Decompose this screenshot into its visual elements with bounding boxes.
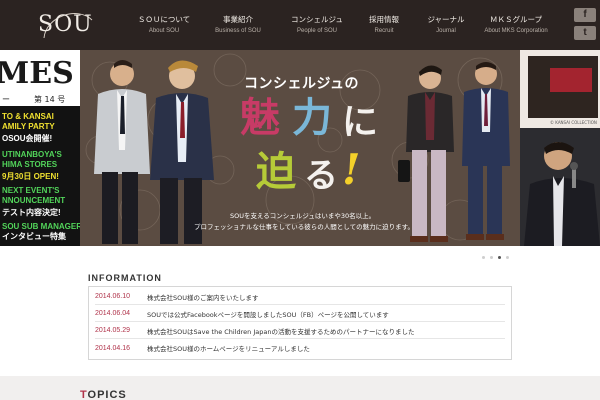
hero-catch-exclaim: ! <box>342 145 361 194</box>
hero-catch-char: 魅 <box>240 94 280 141</box>
hero-description-1: SOUを支えるコンシェルジュはいまや30名以上。 <box>230 212 376 220</box>
nav-label-en: Business of SOU <box>215 27 261 34</box>
slide-current[interactable]: コンシェルジュの 魅 力 に 迫 る ! SOUを支えるコンシェルジュはいまや3… <box>80 50 520 246</box>
nav-label-jp: ＭＫＳグループ <box>489 14 543 24</box>
hero-catch-small: コンシェルジュの <box>244 76 360 92</box>
information-list: 2014.06.10 株式会社SOU様のご案内をいたします 2014.06.04… <box>88 286 512 360</box>
news-item[interactable]: 2014.05.29 株式会社SOUはSave the Children Jap… <box>95 323 505 339</box>
social-links: f t <box>574 8 598 44</box>
nav-item-business[interactable]: 事業紹介 Business of SOU <box>204 0 272 50</box>
nav-label-jp: コンシェルジュ <box>291 14 343 24</box>
event-banner <box>550 68 592 92</box>
photo-caption: © KANSAI COLLECTION <box>550 120 597 125</box>
logo[interactable]: SOU <box>36 8 96 42</box>
nav-item-people[interactable]: コンシェルジュ People of SOU <box>286 0 348 50</box>
news-item[interactable]: 2014.06.04 SOUでは公式Facebookページを開設しましたSOU（… <box>95 306 505 322</box>
slider-dot[interactable] <box>490 256 493 259</box>
nav-label-en: About MKS Corporation <box>484 27 548 34</box>
nav-label-en: Journal <box>436 27 456 34</box>
nav-label-jp: 採用情報 <box>369 14 399 24</box>
event-photo <box>528 56 598 118</box>
nav-label-en: Recruit <box>374 27 394 34</box>
headline: AMILY PARTY <box>2 122 55 131</box>
headline: TO & KANSAI <box>2 112 54 121</box>
news-date: 2014.05.29 <box>95 327 131 334</box>
magazine-title: MES <box>0 56 74 91</box>
information-heading: INFORMATION <box>88 273 162 283</box>
slide-prev[interactable]: MES ー 第 14 号 TO & KANSAI AMILY PARTY OSO… <box>0 50 80 246</box>
topics-heading-initial: T <box>80 389 88 400</box>
nav-item-recruit[interactable]: 採用情報 Recruit <box>360 0 408 50</box>
nav-label-jp: 事業紹介 <box>223 14 253 24</box>
concierge-photo-2 <box>150 60 214 244</box>
topics-heading: TOPICS <box>80 389 127 400</box>
nav-label-en: About SOU <box>148 27 180 34</box>
headline: OSOU会開催! <box>2 134 53 143</box>
magazine-issue: 第 14 号 <box>34 95 66 104</box>
headline: テスト内容決定! <box>2 208 61 217</box>
news-title[interactable]: 株式会社SOUはSave the Children Japanの活動を支援するた… <box>147 326 415 336</box>
hero-slider[interactable]: MES ー 第 14 号 TO & KANSAI AMILY PARTY OSO… <box>0 50 600 246</box>
speaker-photo <box>524 142 600 246</box>
headline: インタビュー特集 <box>2 232 66 241</box>
hero-description-2: プロフェッショナルな仕事をしている彼らの人間としての魅力に迫ります。 <box>194 223 414 231</box>
nav-label-en: People of SOU <box>296 27 338 34</box>
slide-next[interactable]: © KANSAI COLLECTION <box>520 50 600 246</box>
headline: UTINANBOYA'S <box>2 150 62 159</box>
slider-dot[interactable] <box>482 256 485 259</box>
slide-next-photo-bottom <box>520 128 600 246</box>
magazine-issue-prefix: ー <box>2 95 10 104</box>
news-date: 2014.06.10 <box>95 293 131 300</box>
hero-catch-char: 迫 <box>256 148 296 195</box>
news-title[interactable]: 株式会社SOU様のホームページをリニューアルしました <box>147 343 310 353</box>
slider-dot[interactable] <box>506 256 509 259</box>
headline: NNOUNCEMENT <box>2 196 66 205</box>
nav-item-journal[interactable]: ジャーナル Journal <box>422 0 470 50</box>
topics-heading-rest: OPICS <box>87 389 127 400</box>
twitter-icon[interactable]: t <box>574 26 596 40</box>
hero-catch-char: 力 <box>292 94 332 141</box>
headline: SOU SUB MANAGER! <box>2 222 80 231</box>
hero-catch-char: る <box>304 156 338 196</box>
headline: 9月30日 OPEN! <box>2 172 59 181</box>
logo-text: SOU <box>38 12 93 37</box>
nav-item-about[interactable]: ＳＯＵについて About SOU <box>137 0 191 50</box>
news-date: 2014.06.04 <box>95 310 131 317</box>
concierge-photo-4 <box>462 62 510 240</box>
slider-dot-active[interactable] <box>498 256 501 259</box>
news-item[interactable]: 2014.04.16 株式会社SOU様のホームページをリニューアルしました <box>95 340 505 356</box>
headline: NEXT EVENT'S <box>2 186 60 195</box>
concierge-photo-3 <box>398 65 454 242</box>
news-date: 2014.04.16 <box>95 344 131 352</box>
nav-label-jp: ジャーナル <box>427 14 465 24</box>
news-title[interactable]: SOUでは公式Facebookページを開設しましたSOU（FB）ページを公開して… <box>147 309 389 319</box>
nav-label-jp: ＳＯＵについて <box>137 14 191 24</box>
slider-pager <box>482 256 514 259</box>
main-nav: ＳＯＵについて About SOU 事業紹介 Business of SOU コ… <box>137 0 558 50</box>
headline: HIMA STORES <box>2 160 58 169</box>
news-title[interactable]: 株式会社SOU様のご案内をいたします <box>147 292 259 302</box>
site-header: SOU ＳＯＵについて About SOU 事業紹介 Business of S… <box>0 0 600 50</box>
magazine-headlines: TO & KANSAI AMILY PARTY OSOU会開催! UTINANB… <box>0 106 80 246</box>
hero-catch-char: に <box>342 101 379 143</box>
nav-item-mks[interactable]: ＭＫＳグループ About MKS Corporation <box>474 0 558 50</box>
slide-next-photo-top: © KANSAI COLLECTION <box>520 50 600 128</box>
facebook-icon[interactable]: f <box>574 8 596 22</box>
news-item[interactable]: 2014.06.10 株式会社SOU様のご案内をいたします <box>95 289 505 305</box>
